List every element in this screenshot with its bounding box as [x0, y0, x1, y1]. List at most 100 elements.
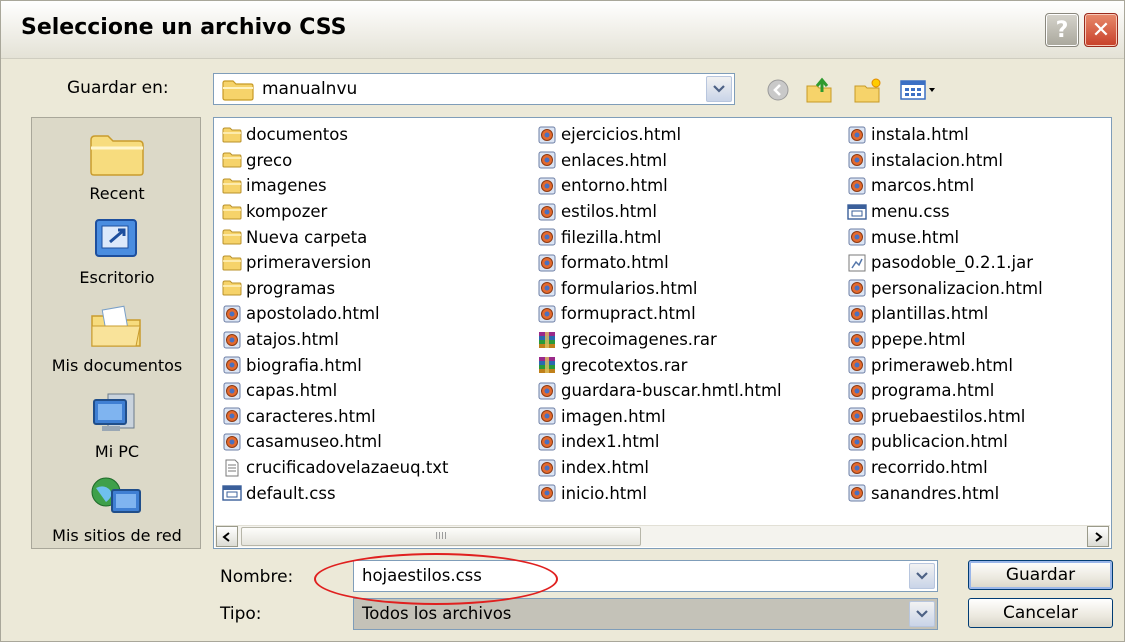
file-item[interactable]: inicio.html — [537, 480, 782, 506]
place-network[interactable]: Mis sitios de red — [32, 474, 202, 545]
scroll-right-button[interactable] — [1087, 526, 1109, 547]
file-item[interactable]: programas — [222, 276, 449, 302]
file-item[interactable]: greco — [222, 148, 449, 174]
file-item[interactable]: plantillas.html — [847, 301, 1043, 327]
file-item[interactable]: kompozer — [222, 199, 449, 225]
title-bar[interactable]: Seleccione un archivo CSS ? ✕ — [1, 1, 1124, 59]
rar-archive-icon — [537, 355, 557, 375]
html-file-icon — [537, 278, 557, 298]
place-recent[interactable]: Recent — [32, 132, 202, 203]
html-file-icon — [537, 458, 557, 478]
html-file-icon — [537, 202, 557, 222]
file-item[interactable]: muse.html — [847, 224, 1043, 250]
filename-dropdown-button[interactable] — [909, 563, 935, 589]
scroll-thumb[interactable]: IIII — [241, 527, 641, 546]
file-item[interactable]: atajos.html — [222, 327, 449, 353]
close-button[interactable]: ✕ — [1084, 13, 1118, 47]
back-button[interactable] — [763, 75, 793, 105]
file-item[interactable]: caracteres.html — [222, 404, 449, 430]
location-combo[interactable]: manualnvu — [213, 73, 735, 105]
file-item[interactable]: biografia.html — [222, 352, 449, 378]
file-item[interactable]: formupract.html — [537, 301, 782, 327]
file-item[interactable]: apostolado.html — [222, 301, 449, 327]
file-name: guardara-buscar.hmtl.html — [561, 381, 782, 401]
file-item[interactable]: documentos — [222, 122, 449, 148]
filetype-dropdown-button[interactable] — [909, 601, 935, 627]
file-item[interactable]: capas.html — [222, 378, 449, 404]
location-label: Guardar en: — [67, 78, 169, 98]
file-item[interactable]: Nueva carpeta — [222, 224, 449, 250]
cancel-button[interactable]: Cancelar — [968, 598, 1113, 628]
file-column-3: instala.html instalacion.html marcos.html m… — [847, 122, 1043, 506]
help-button[interactable]: ? — [1045, 13, 1079, 47]
scroll-left-button[interactable] — [216, 526, 238, 547]
file-name: grecoimagenes.rar — [561, 330, 717, 350]
file-name: grecotextos.rar — [561, 355, 688, 375]
file-name: publicacion.html — [871, 432, 1008, 452]
file-item[interactable]: personalizacion.html — [847, 276, 1043, 302]
file-item[interactable]: enlaces.html — [537, 148, 782, 174]
file-item[interactable]: instalacion.html — [847, 148, 1043, 174]
folder-icon — [222, 253, 242, 273]
html-file-icon — [222, 304, 242, 324]
file-name: biografia.html — [246, 355, 362, 375]
file-item[interactable]: imagenes — [222, 173, 449, 199]
file-name: casamuseo.html — [246, 432, 382, 452]
file-item[interactable]: marcos.html — [847, 173, 1043, 199]
file-item[interactable]: menu.css — [847, 199, 1043, 225]
file-item[interactable]: crucificadovelazaeuq.txt — [222, 455, 449, 481]
place-my-documents[interactable]: Mis documentos — [32, 304, 202, 375]
place-label: Mi PC — [94, 442, 140, 461]
file-item[interactable]: casamuseo.html — [222, 429, 449, 455]
file-item[interactable]: formularios.html — [537, 276, 782, 302]
css-file-icon — [222, 483, 242, 503]
file-item[interactable]: default.css — [222, 480, 449, 506]
html-file-icon — [847, 483, 867, 503]
file-item[interactable]: instala.html — [847, 122, 1043, 148]
save-button[interactable]: Guardar — [968, 560, 1113, 590]
location-value: manualnvu — [262, 79, 358, 99]
html-file-icon — [847, 278, 867, 298]
file-item[interactable]: recorrido.html — [847, 455, 1043, 481]
file-item[interactable]: grecoimagenes.rar — [537, 327, 782, 353]
file-item[interactable]: index.html — [537, 455, 782, 481]
file-item[interactable]: primeraweb.html — [847, 352, 1043, 378]
file-item[interactable]: pruebaestilos.html — [847, 404, 1043, 430]
file-name: crucificadovelazaeuq.txt — [246, 458, 449, 478]
html-file-icon — [847, 381, 867, 401]
new-folder-button[interactable] — [851, 75, 885, 105]
file-name: index.html — [561, 458, 649, 478]
place-desktop[interactable]: Escritorio — [32, 216, 202, 287]
file-name: instalacion.html — [871, 150, 1003, 170]
filetype-select[interactable]: Todos los archivos — [353, 598, 938, 630]
new-folder-icon — [854, 78, 881, 103]
file-item[interactable]: index1.html — [537, 429, 782, 455]
file-item[interactable]: ejercicios.html — [537, 122, 782, 148]
filename-input[interactable]: hojaestilos.css — [353, 560, 938, 592]
file-item[interactable]: sanandres.html — [847, 480, 1043, 506]
file-item[interactable]: estilos.html — [537, 199, 782, 225]
view-menu-button[interactable] — [897, 75, 941, 105]
file-item[interactable]: publicacion.html — [847, 429, 1043, 455]
file-item[interactable]: filezilla.html — [537, 224, 782, 250]
file-name: primeraversion — [246, 253, 372, 273]
file-name: personalizacion.html — [871, 278, 1043, 298]
place-label: Escritorio — [79, 268, 155, 287]
file-item[interactable]: programa.html — [847, 378, 1043, 404]
file-item[interactable]: grecotextos.rar — [537, 352, 782, 378]
file-item[interactable]: imagen.html — [537, 404, 782, 430]
place-my-computer[interactable]: Mi PC — [32, 390, 202, 461]
file-list[interactable]: documentos greco imagenes kompozer Nueva car… — [213, 117, 1112, 549]
file-item[interactable]: formato.html — [537, 250, 782, 276]
file-item[interactable]: pasodoble_0.2.1.jar — [847, 250, 1043, 276]
html-file-icon — [537, 432, 557, 452]
file-item[interactable]: primeraversion — [222, 250, 449, 276]
html-file-icon — [847, 150, 867, 170]
file-item[interactable]: guardara-buscar.hmtl.html — [537, 378, 782, 404]
file-item[interactable]: entorno.html — [537, 173, 782, 199]
file-item[interactable]: ppepe.html — [847, 327, 1043, 353]
horizontal-scrollbar[interactable]: IIII — [215, 525, 1110, 547]
up-folder-button[interactable] — [803, 75, 837, 105]
location-dropdown-button[interactable] — [706, 76, 732, 102]
file-name: Nueva carpeta — [246, 227, 368, 247]
